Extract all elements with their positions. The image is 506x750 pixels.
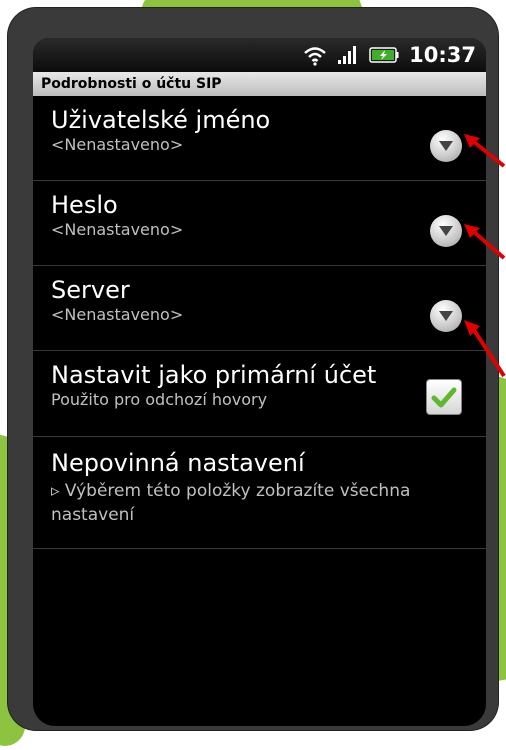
setting-subtitle: <Nenastaveno> bbox=[51, 135, 184, 154]
dropdown-icon[interactable] bbox=[430, 215, 462, 247]
setting-title: Server bbox=[51, 276, 130, 304]
setting-subtitle: <Nenastaveno> bbox=[51, 220, 184, 239]
battery-charging-icon bbox=[369, 47, 399, 63]
setting-subtitle: ▹ Výběrem této položky zobrazíte všechna… bbox=[51, 481, 411, 525]
setting-title: Heslo bbox=[51, 191, 118, 219]
check-icon bbox=[431, 387, 457, 408]
setting-server[interactable]: Server <Nenastaveno> bbox=[33, 266, 486, 351]
setting-username[interactable]: Uživatelské jméno <Nenastaveno> bbox=[33, 96, 486, 181]
setting-title: Nastavit jako primární účet bbox=[51, 361, 377, 389]
status-time: 10:37 bbox=[409, 43, 476, 67]
setting-title: Uživatelské jméno bbox=[51, 106, 271, 134]
signal-icon bbox=[338, 46, 357, 64]
status-bar: 10:37 bbox=[33, 38, 486, 72]
wifi-icon bbox=[304, 47, 326, 66]
phone-frame: 10:37 Podrobnosti o účtu SIP Uživatelské… bbox=[8, 8, 498, 730]
setting-title: Nepovinná nastavení bbox=[51, 449, 305, 477]
setting-subtitle: Použito pro odchozí hovory bbox=[51, 390, 268, 409]
dropdown-icon[interactable] bbox=[430, 130, 462, 162]
primary-account-checkbox[interactable] bbox=[426, 379, 462, 415]
setting-optional[interactable]: Nepovinná nastavení ▹ Výběrem této polož… bbox=[33, 437, 486, 549]
phone-screen: 10:37 Podrobnosti o účtu SIP Uživatelské… bbox=[33, 38, 486, 726]
setting-password[interactable]: Heslo <Nenastaveno> bbox=[33, 181, 486, 266]
dropdown-icon[interactable] bbox=[430, 300, 462, 332]
setting-primary-account[interactable]: Nastavit jako primární účet Použito pro … bbox=[33, 351, 486, 437]
setting-subtitle: <Nenastaveno> bbox=[51, 305, 184, 324]
settings-list: Uživatelské jméno <Nenastaveno> Heslo <N… bbox=[33, 96, 486, 549]
page-title: Podrobnosti o účtu SIP bbox=[33, 72, 486, 96]
